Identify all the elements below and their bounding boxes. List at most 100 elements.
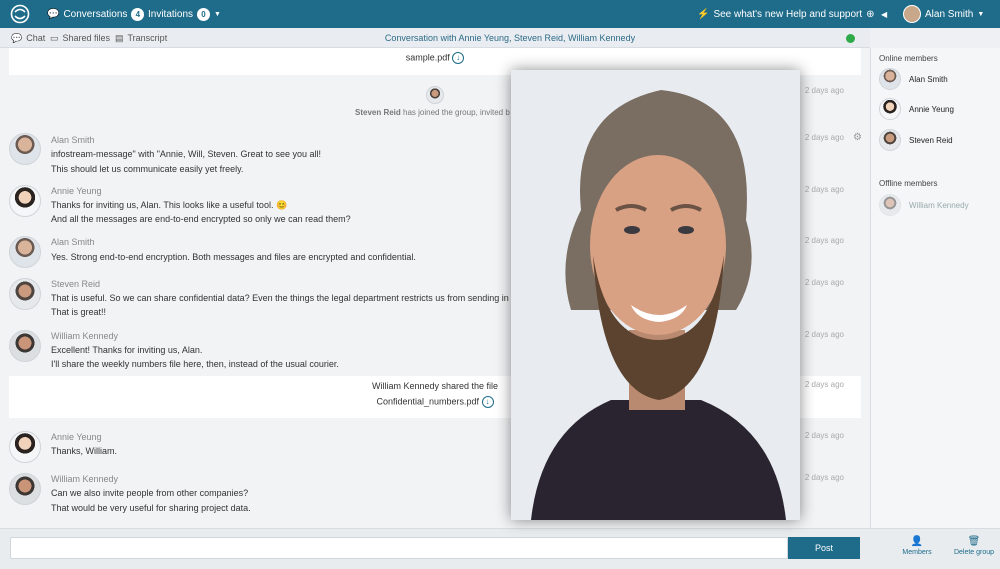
user-name: Alan Smith [925, 8, 974, 20]
avatar [9, 278, 41, 310]
user-menu[interactable]: Alan Smith ▼ [903, 0, 984, 28]
timestamp: 2 days ago [804, 236, 844, 245]
message-text: That is great!! [51, 307, 107, 317]
online-members-header: Online members [879, 54, 938, 63]
members-sidebar: Online members Alan Smith Annie Yeung St… [870, 48, 1000, 528]
join-text: Steven Reid has joined the group, invite… [355, 108, 510, 117]
file-name: Confidential_numbers.pdf [376, 396, 480, 407]
sender-name: William Kennedy [51, 331, 119, 341]
join-member-name: Steven Reid [355, 108, 401, 117]
members-label: Members [902, 549, 932, 556]
tab-shared-files[interactable]: ▭ Shared files [50, 28, 110, 48]
download-icon[interactable]: ↓ [452, 52, 465, 64]
sender-name: Steven Reid [51, 279, 101, 289]
avatar [426, 86, 444, 104]
member-item[interactable]: Alan Smith [879, 68, 948, 90]
chat-bubble-icon: 💬 [47, 8, 60, 20]
person-icon: 👤 [910, 536, 924, 547]
message-text: infostream-message" with "Annie, Will, S… [51, 149, 322, 159]
tab-chat[interactable]: 💬 Chat [11, 28, 45, 48]
timestamp: 2 days ago [804, 133, 844, 142]
chevron-down-icon: ▼ [214, 10, 221, 18]
avatar [9, 473, 41, 505]
members-button[interactable]: 👤 Members [887, 536, 947, 556]
delete-group-button[interactable]: 🗑 Delete group [944, 536, 1000, 556]
whats-new-label: See what's new [713, 8, 784, 20]
chevron-down-icon: ▼ [977, 10, 985, 18]
avatar [879, 194, 901, 216]
offline-members-header: Offline members [879, 179, 938, 188]
avatar [879, 98, 901, 120]
top-navigation-bar: 💬 Conversations 4 Invitations 0 ▼ ⚡ See … [0, 0, 1000, 28]
chat-bubble-icon: 💬 [11, 32, 23, 43]
tab-chat-label: Chat [26, 33, 46, 43]
message-text: That is useful. So we can share confiden… [51, 293, 524, 303]
member-item[interactable]: Annie Yeung [879, 98, 954, 120]
conversations-label: Conversations [63, 8, 128, 20]
timestamp: 2 days ago [804, 86, 844, 95]
avatar [9, 236, 41, 268]
member-item[interactable]: Steven Reid [879, 129, 953, 151]
sender-name: Annie Yeung [51, 432, 102, 442]
message-text: Thanks, William. [51, 446, 118, 456]
help-support-link[interactable]: Help and support ⊕ [786, 0, 875, 28]
conversation-toolbar: Conversation with Annie Yeung, Steven Re… [0, 28, 870, 48]
trash-icon: 🗑 [967, 536, 981, 547]
message-text: And all the messages are end-to-end encr… [51, 214, 351, 224]
avatar [9, 330, 41, 362]
message-composer: Post 👤 Members 🗑 Delete group [0, 528, 1000, 569]
sender-name: William Kennedy [51, 474, 119, 484]
avatar [903, 5, 921, 23]
timestamp: 2 days ago [804, 330, 844, 339]
invitations-menu[interactable]: Invitations 0 ▼ [148, 0, 221, 28]
download-icon[interactable]: ↓ [481, 396, 494, 408]
file-name: sample.pdf [405, 52, 450, 63]
timestamp: 2 days ago [804, 431, 844, 440]
message-text: Can we also invite people from other com… [51, 488, 249, 498]
message-text: Excellent! Thanks for inviting us, Alan. [51, 345, 203, 355]
member-item[interactable]: William Kennedy [879, 194, 969, 216]
avatar [9, 133, 41, 165]
tab-shared-files-label: Shared files [62, 33, 111, 43]
message-text: Yes. Strong end-to-end encryption. Both … [51, 252, 416, 262]
message-text: This should let us communicate easily ye… [51, 164, 244, 174]
invitations-label: Invitations [148, 8, 194, 20]
avatar [9, 185, 41, 217]
portrait-image [511, 70, 800, 520]
conversations-count-badge: 4 [131, 7, 145, 21]
delete-group-label: Delete group [953, 549, 995, 556]
portrait-photo [511, 70, 800, 520]
folder-icon: ▭ [50, 32, 59, 43]
avatar [9, 431, 41, 463]
sender-name: Alan Smith [51, 135, 95, 145]
timestamp: 2 days ago [804, 473, 844, 482]
online-status-indicator [846, 34, 855, 43]
sender-name: Annie Yeung [51, 186, 102, 196]
avatar [879, 68, 901, 90]
member-name: Alan Smith [909, 74, 948, 84]
message-input[interactable] [10, 537, 788, 559]
post-button[interactable]: Post [788, 537, 860, 559]
join-suffix: has joined the group, invited b [400, 108, 510, 117]
invitations-count-badge: 0 [197, 7, 211, 21]
conversations-menu[interactable]: 💬 Conversations 4 [47, 0, 145, 28]
member-name: Steven Reid [909, 135, 953, 145]
timestamp: 2 days ago [804, 278, 844, 287]
sender-name: Alan Smith [51, 237, 95, 247]
message-text: I'll share the weekly numbers file here,… [51, 359, 339, 369]
tab-transcript-label: Transcript [127, 33, 168, 43]
help-label: Help and support [786, 8, 863, 20]
avatar [879, 129, 901, 151]
globe-icon: ⊕ [866, 8, 875, 20]
whats-new-link[interactable]: ⚡ See what's new [697, 0, 783, 28]
member-name: Annie Yeung [909, 104, 954, 114]
gear-icon[interactable]: ⚙ [853, 132, 862, 143]
triangle-left-icon: ◀ [881, 9, 888, 19]
tab-transcript[interactable]: ▤ Transcript [115, 28, 167, 48]
timestamp: 2 days ago [804, 380, 844, 389]
message-text: Thanks for inviting us, Alan. This looks… [51, 200, 288, 210]
member-name: William Kennedy [909, 200, 969, 210]
collapse-panel-button[interactable]: ◀ [881, 0, 887, 28]
document-icon: ▤ [115, 32, 124, 43]
logo-icon[interactable] [10, 4, 30, 24]
